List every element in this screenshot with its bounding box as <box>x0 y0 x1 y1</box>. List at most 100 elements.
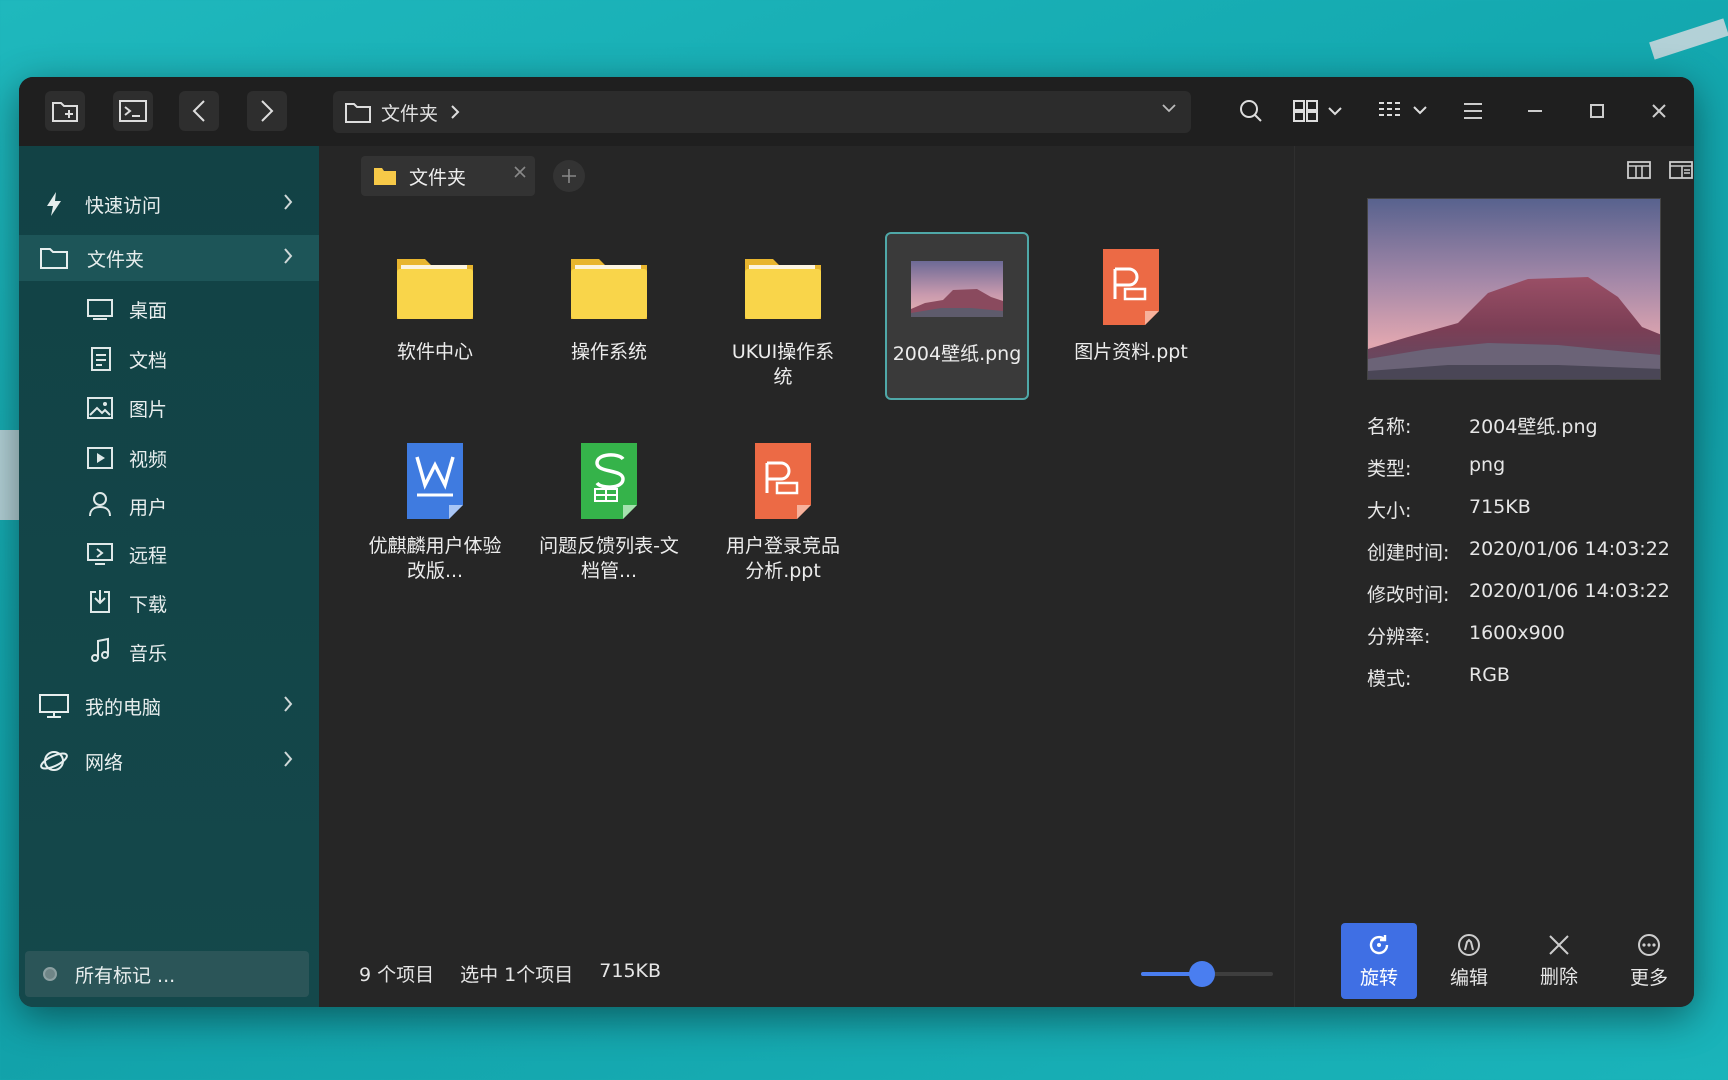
property-value: png <box>1469 454 1506 476</box>
sidebar-item-label: 我的电脑 <box>85 696 162 719</box>
close-icon[interactable] <box>513 165 527 179</box>
chevron-right-icon <box>284 194 293 210</box>
close-window-button[interactable] <box>1639 91 1679 131</box>
new-folder-button[interactable] <box>45 91 85 131</box>
maximize-button[interactable] <box>1577 91 1617 131</box>
sidebar-item-quick-access[interactable]: 快速访问 <box>19 181 319 227</box>
rotate-icon <box>1369 934 1389 954</box>
search-button[interactable] <box>1231 91 1271 131</box>
network-icon <box>39 746 69 776</box>
file-name: 问题反馈列表-文档管... <box>539 535 679 582</box>
file-name: 操作系统 <box>570 341 647 363</box>
toolbar: 文件夹 <box>19 77 1694 146</box>
tag-dot-icon <box>43 967 57 981</box>
document-icon <box>85 344 115 374</box>
chevron-down-icon[interactable] <box>1161 103 1177 113</box>
edit-icon <box>1458 933 1480 956</box>
file-manager-window: 文件夹 快速访问 文件夹 桌面 文档 图片 视频 用户 远程 下载 音乐 我的电… <box>19 77 1694 1007</box>
property-key: 修改时间: <box>1367 584 1450 606</box>
chevron-right-icon <box>284 696 293 712</box>
desktop-bridge-left <box>0 430 19 520</box>
sidebar: 快速访问 文件夹 桌面 文档 图片 视频 用户 远程 下载 音乐 我的电脑 网络… <box>19 146 319 1007</box>
tab-label: 文件夹 <box>409 166 467 189</box>
delete-button[interactable]: 删除 <box>1521 923 1597 999</box>
zoom-slider[interactable] <box>1141 961 1273 987</box>
property-value: 2020/01/06 14:03:22 <box>1469 538 1670 560</box>
back-button[interactable] <box>179 91 219 131</box>
selected-count: 选中 1个项目 <box>460 964 574 986</box>
image-thumbnail <box>887 248 1027 330</box>
sidebar-item-downloads[interactable]: 下载 <box>19 580 319 626</box>
folder-icon <box>363 246 507 328</box>
menu-button[interactable] <box>1453 91 1493 131</box>
sort-button[interactable] <box>1375 91 1435 131</box>
add-tab-button[interactable] <box>553 160 585 192</box>
sidebar-item-remote[interactable]: 远程 <box>19 531 319 577</box>
selected-size: 715KB <box>599 960 662 982</box>
sidebar-item-folder[interactable]: 文件夹 <box>19 235 319 281</box>
close-icon <box>1549 934 1569 955</box>
file-view: 文件夹 软件中心 操作系统 UKUI操作系统 2004壁纸.png 图片资料.p… <box>319 146 1294 1007</box>
details-view-icon[interactable] <box>1669 160 1693 180</box>
slider-handle[interactable] <box>1188 961 1215 987</box>
word-file-icon <box>363 440 507 522</box>
ppt-file-icon <box>711 440 855 522</box>
file-item[interactable]: 软件中心 <box>363 232 507 365</box>
view-mode-button[interactable] <box>1289 91 1349 131</box>
menu-icon <box>1464 103 1482 119</box>
action-label: 旋转 <box>1359 966 1398 989</box>
image-icon <box>85 393 115 423</box>
address-bar[interactable]: 文件夹 <box>333 91 1191 133</box>
rotate-button[interactable]: 旋转 <box>1341 923 1417 999</box>
property-value: 1600x900 <box>1469 622 1565 644</box>
file-item[interactable]: UKUI操作系统 <box>711 232 855 390</box>
sidebar-item-documents[interactable]: 文档 <box>19 336 319 382</box>
lightning-icon <box>39 189 69 219</box>
sidebar-item-label: 文件夹 <box>87 248 145 271</box>
file-properties: 名称: 2004壁纸.png 类型: png 大小: 715KB 创建时间: 2020/… <box>1367 412 1670 706</box>
property-row: 大小: 715KB <box>1367 496 1670 538</box>
terminal-button[interactable] <box>113 91 153 131</box>
sidebar-item-network[interactable]: 网络 <box>19 738 319 784</box>
terminal-icon <box>119 100 147 122</box>
file-item[interactable]: 问题反馈列表-文档管... <box>537 426 681 584</box>
chevron-right-icon <box>284 248 293 264</box>
property-value: 2004壁纸.png <box>1469 416 1598 438</box>
sidebar-item-videos[interactable]: 视频 <box>19 435 319 481</box>
file-item[interactable]: 图片资料.ppt <box>1059 232 1203 365</box>
file-item[interactable]: 操作系统 <box>537 232 681 365</box>
action-label: 删除 <box>1539 965 1578 988</box>
sidebar-item-music[interactable]: 音乐 <box>19 629 319 675</box>
file-item[interactable]: 用户登录竞品分析.ppt <box>711 426 855 584</box>
ppt-file-icon <box>1059 246 1203 328</box>
more-button[interactable]: 更多 <box>1611 923 1687 999</box>
edit-button[interactable]: 编辑 <box>1431 923 1507 999</box>
sidebar-item-label: 桌面 <box>129 299 168 322</box>
folder-icon <box>345 103 371 123</box>
split-view-icon[interactable] <box>1627 160 1651 180</box>
property-key: 模式: <box>1367 668 1412 690</box>
sidebar-item-label: 快速访问 <box>85 194 162 217</box>
property-key: 类型: <box>1367 458 1412 480</box>
sidebar-item-desktop[interactable]: 桌面 <box>19 286 319 332</box>
all-tags-button[interactable]: 所有标记 ... <box>25 951 309 997</box>
file-item-selected[interactable]: 2004壁纸.png <box>885 232 1029 400</box>
tab-folder[interactable]: 文件夹 <box>361 156 535 196</box>
property-row: 名称: 2004壁纸.png <box>1367 412 1670 454</box>
minimize-button[interactable] <box>1515 91 1555 131</box>
search-icon <box>1240 100 1262 122</box>
property-row: 类型: png <box>1367 454 1670 496</box>
image-preview <box>1367 198 1661 380</box>
details-panel: 名称: 2004壁纸.png 类型: png 大小: 715KB 创建时间: 2020/… <box>1294 146 1694 1007</box>
chevron-right-icon <box>284 751 293 767</box>
sidebar-item-user[interactable]: 用户 <box>19 483 319 529</box>
sidebar-item-pictures[interactable]: 图片 <box>19 385 319 431</box>
sidebar-item-label: 网络 <box>85 751 124 774</box>
property-key: 名称: <box>1367 416 1412 438</box>
computer-icon <box>39 691 69 721</box>
file-item[interactable]: 优麒麟用户体验改版... <box>363 426 507 584</box>
sidebar-item-my-computer[interactable]: 我的电脑 <box>19 683 319 729</box>
desktop-bridge-right <box>1649 18 1728 60</box>
property-row: 分辨率: 1600x900 <box>1367 622 1670 664</box>
forward-button[interactable] <box>247 91 287 131</box>
